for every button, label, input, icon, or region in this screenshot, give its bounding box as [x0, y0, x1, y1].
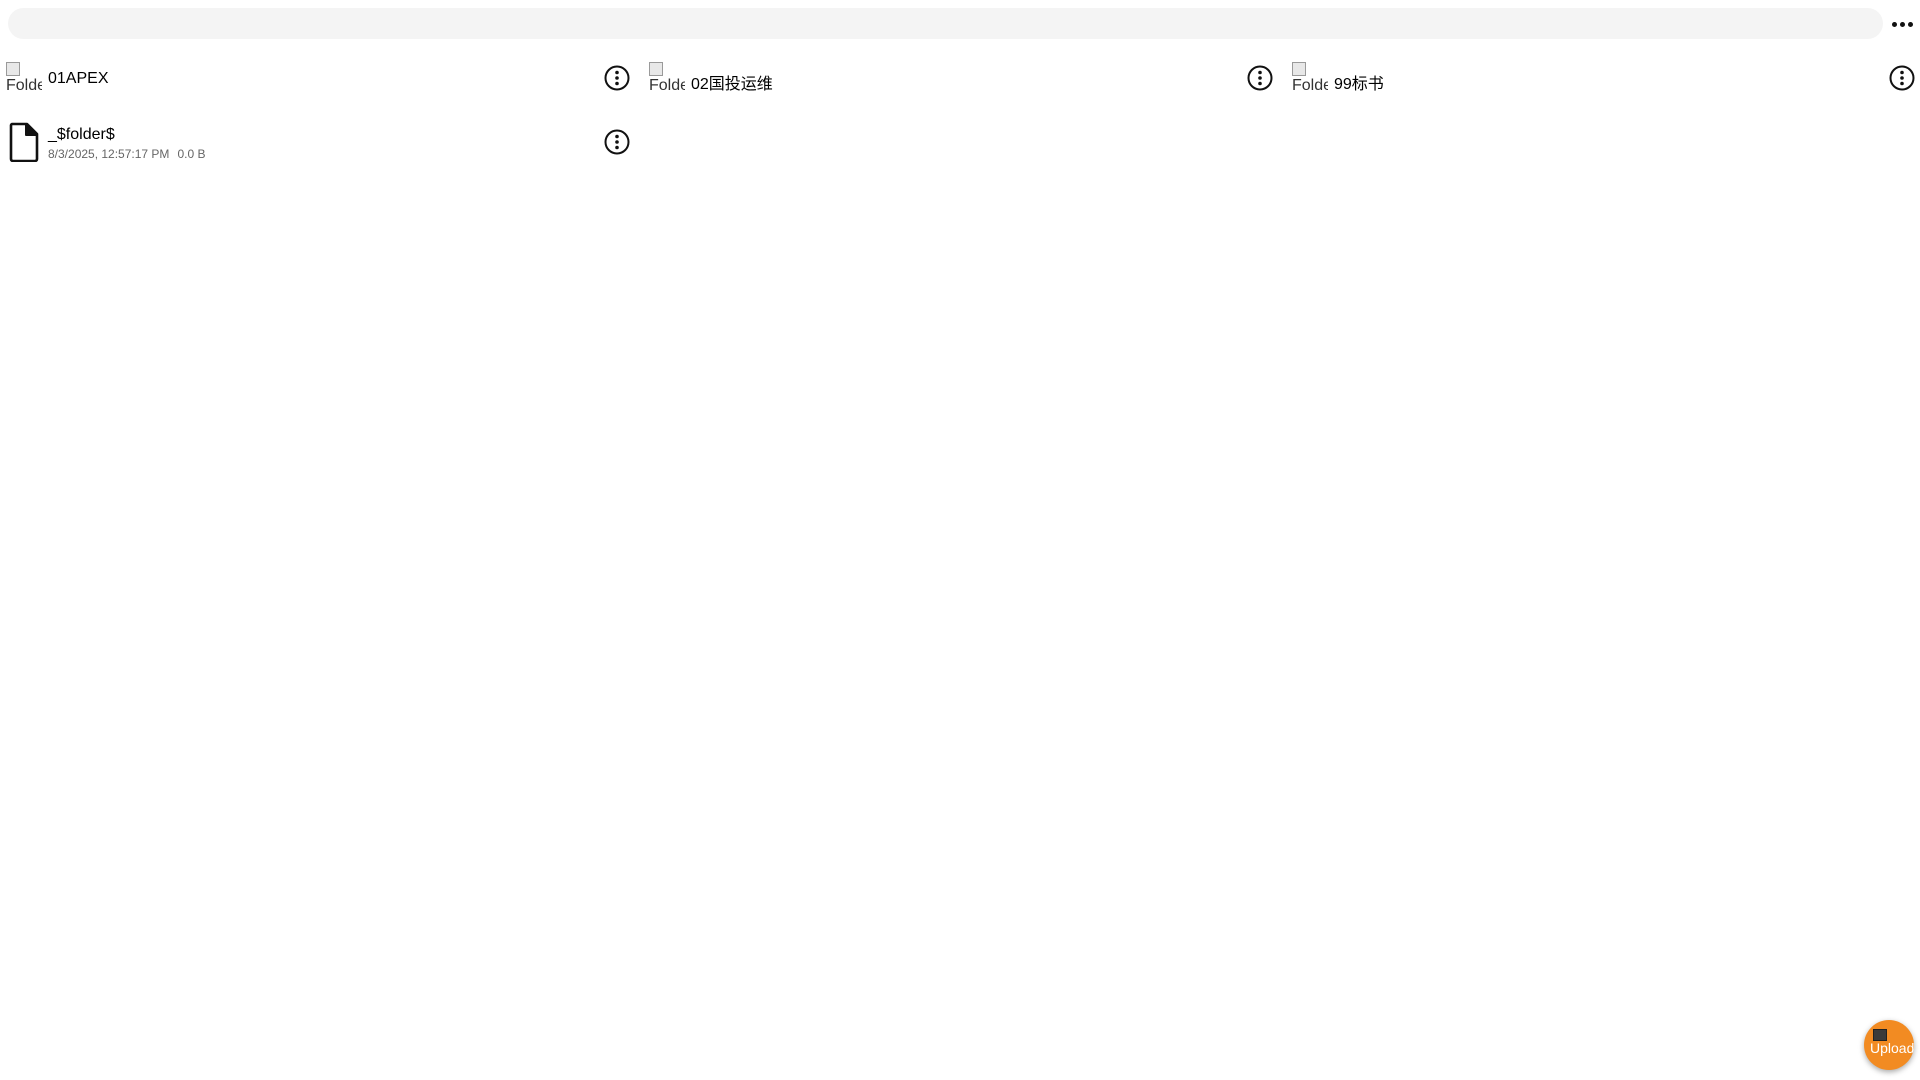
folder-item[interactable]: Folder 01APEX [0, 56, 640, 106]
folder-thumbnail-icon: Folder [1292, 62, 1328, 96]
folder-thumbnail-icon: Folder [6, 62, 42, 96]
upload-button[interactable]: Upload [1864, 1020, 1914, 1070]
file-item[interactable]: _$folder$ 8/3/2025, 12:57:17 PM 0.0 B [0, 122, 640, 172]
more-vertical-circle-icon[interactable] [1888, 64, 1916, 92]
folder-name[interactable]: 02国投运维 [691, 70, 773, 94]
folder-item[interactable]: Folder 99标书 [1286, 56, 1920, 106]
file-size: 0.0 B [177, 147, 206, 161]
file-name[interactable]: _$folder$ [48, 126, 115, 144]
folder-name[interactable]: 01APEX [48, 70, 108, 88]
more-vertical-circle-icon[interactable] [603, 64, 631, 92]
path-input[interactable] [8, 8, 1883, 39]
top-bar [0, 0, 1920, 48]
folder-item[interactable]: Folder 02国投运维 [643, 56, 1283, 106]
file-icon [9, 122, 39, 162]
file-date: 8/3/2025, 12:57:17 PM [48, 147, 170, 161]
more-options-icon[interactable] [1888, 10, 1916, 38]
folder-thumbnail-icon: Folder [649, 62, 685, 96]
folder-name[interactable]: 99标书 [1334, 70, 1384, 94]
file-meta: 8/3/2025, 12:57:17 PM 0.0 B [48, 147, 205, 161]
more-vertical-circle-icon[interactable] [1246, 64, 1274, 92]
more-vertical-circle-icon[interactable] [603, 128, 631, 156]
